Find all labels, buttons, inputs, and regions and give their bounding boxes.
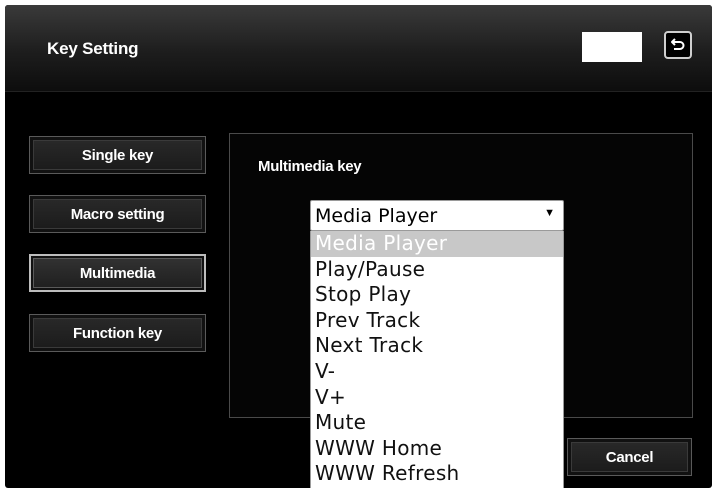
dropdown-option[interactable]: Mute xyxy=(311,410,563,436)
cancel-label: Cancel xyxy=(605,448,654,466)
multimedia-select[interactable]: Media Player ▼ xyxy=(310,200,564,231)
dropdown-option[interactable]: Play/Pause xyxy=(311,257,563,283)
dropdown-arrow-icon: ▼ xyxy=(544,207,555,219)
page-title: Key Setting xyxy=(47,39,139,58)
panel-label: Multimedia key xyxy=(258,158,362,175)
dropdown-option[interactable]: V+ xyxy=(311,385,563,411)
dropdown-option[interactable]: Next Track xyxy=(311,333,563,359)
dropdown-option[interactable]: WWW Refresh xyxy=(311,461,563,487)
macro-setting-label: Macro setting xyxy=(70,205,165,223)
single-key-label: Single key xyxy=(81,146,154,164)
cancel-button[interactable]: Cancel xyxy=(567,438,692,476)
key-setting-window: Key Setting Single key Macro setting Mul… xyxy=(5,5,712,488)
return-arrow-icon xyxy=(671,38,685,50)
back-button[interactable] xyxy=(664,31,692,59)
dropdown-list: Media Player Play/Pause Stop Play Prev T… xyxy=(310,231,564,488)
macro-setting-button[interactable]: Macro setting xyxy=(29,195,206,233)
function-key-button[interactable]: Function key xyxy=(29,314,206,352)
single-key-button[interactable]: Single key xyxy=(29,136,206,174)
dropdown-option[interactable]: V- xyxy=(311,359,563,385)
dropdown-option[interactable]: Stop Play xyxy=(311,282,563,308)
header-blank-box xyxy=(582,32,642,62)
dropdown-option[interactable]: WWW Home xyxy=(311,436,563,462)
function-key-label: Function key xyxy=(73,324,162,342)
multimedia-label: Multimedia xyxy=(79,264,156,282)
multimedia-button[interactable]: Multimedia xyxy=(29,254,206,292)
dropdown-option[interactable]: Media Player xyxy=(311,231,563,257)
dropdown-option[interactable]: Prev Track xyxy=(311,308,563,334)
select-value: Media Player xyxy=(315,205,438,227)
header-bar: Key Setting xyxy=(5,5,712,92)
